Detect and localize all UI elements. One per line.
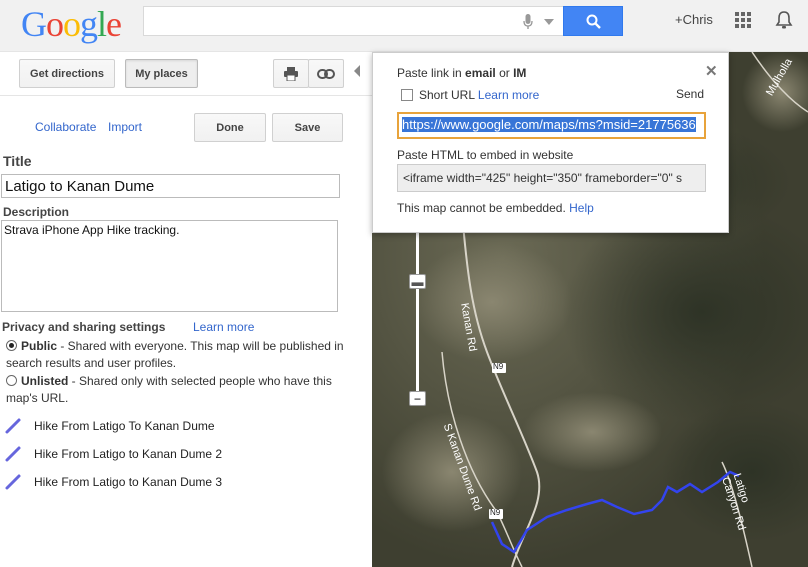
short-url-option[interactable]: Short URL Learn more xyxy=(401,88,539,102)
zoom-slider-track[interactable] xyxy=(416,230,419,400)
public-description: - Shared with everyone. This map will be… xyxy=(6,339,344,370)
search-input[interactable] xyxy=(144,7,514,35)
toolbar: Get directions My places xyxy=(0,52,372,96)
collaborate-link[interactable]: Collaborate xyxy=(35,120,96,134)
short-url-learn-more-link[interactable]: Learn more xyxy=(478,88,539,102)
search-button[interactable] xyxy=(563,6,623,36)
line-layer-icon xyxy=(5,446,21,462)
public-radio[interactable] xyxy=(6,340,17,351)
get-directions-button[interactable]: Get directions xyxy=(19,59,115,88)
print-icon xyxy=(284,66,298,81)
import-link[interactable]: Import xyxy=(108,120,142,134)
line-layer-icon xyxy=(5,418,21,434)
layer-item[interactable]: Hike From Latigo To Kanan Dume xyxy=(4,416,215,436)
print-button[interactable] xyxy=(273,59,309,88)
top-bar: Google +Chris xyxy=(0,0,808,52)
zoom-out-button[interactable]: − xyxy=(409,391,426,406)
layer-label: Hike From Latigo to Kanan Dume 3 xyxy=(34,475,223,489)
link-button[interactable] xyxy=(308,59,344,88)
notifications-bell-icon[interactable] xyxy=(775,10,793,30)
unlisted-option[interactable]: Unlisted - Shared only with selected peo… xyxy=(6,373,346,407)
apps-grid-icon[interactable] xyxy=(735,12,751,28)
collapse-panel-icon[interactable] xyxy=(354,65,360,77)
my-places-button[interactable]: My places xyxy=(125,59,198,88)
layer-item[interactable]: Hike From Latigo to Kanan Dume 3 xyxy=(4,472,222,492)
map-road-label: N9 xyxy=(493,362,504,371)
link-icon xyxy=(317,68,335,79)
logo-letter: G xyxy=(21,4,47,44)
layer-label: Hike From Latigo to Kanan Dume 2 xyxy=(34,447,223,461)
embed-html-field[interactable]: <iframe width="425" height="350" framebo… xyxy=(397,164,706,192)
public-option[interactable]: Public - Shared with everyone. This map … xyxy=(6,338,346,372)
user-profile-link[interactable]: +Chris xyxy=(675,12,713,27)
description-label: Description xyxy=(3,205,70,219)
search-icon xyxy=(586,14,601,29)
layer-item[interactable]: Hike From Latigo to Kanan Dume 2 xyxy=(4,444,222,464)
embed-label: Paste HTML to embed in website xyxy=(397,148,574,162)
description-field[interactable]: Strava iPhone App Hike tracking. xyxy=(1,220,338,312)
close-icon[interactable]: ✕ xyxy=(705,62,718,80)
google-logo[interactable]: Google xyxy=(21,3,122,45)
logo-letter: e xyxy=(106,4,122,44)
title-label: Title xyxy=(3,153,32,169)
layer-label: Hike From Latigo To Kanan Dume xyxy=(34,419,215,433)
help-link[interactable]: Help xyxy=(569,201,594,215)
map-road-label: N9 xyxy=(490,508,501,517)
done-button[interactable]: Done xyxy=(194,113,266,142)
privacy-learn-more-link[interactable]: Learn more xyxy=(193,320,254,334)
unlisted-title: Unlisted xyxy=(21,374,69,388)
send-link[interactable]: Send xyxy=(676,87,704,101)
zoom-slider-handle[interactable]: ▬ xyxy=(409,274,426,289)
microphone-icon[interactable] xyxy=(523,14,533,30)
public-title: Public xyxy=(21,339,58,353)
short-url-checkbox[interactable] xyxy=(401,89,413,101)
title-field[interactable]: Latigo to Kanan Dume xyxy=(1,174,340,198)
logo-letter: o xyxy=(46,4,64,44)
left-panel: Get directions My places Collaborate Imp… xyxy=(0,52,372,567)
logo-letter: g xyxy=(80,4,98,44)
line-layer-icon xyxy=(5,474,21,490)
search-options-dropdown-icon[interactable] xyxy=(544,19,554,25)
embed-status: This map cannot be embedded. Help xyxy=(397,201,594,215)
share-link-popup: Paste link in email or IM ✕ Short URL Le… xyxy=(372,52,729,233)
logo-letter: o xyxy=(63,4,81,44)
share-url-field[interactable]: https://www.google.com/maps/ms?msid=2177… xyxy=(397,112,706,139)
unlisted-radio[interactable] xyxy=(6,375,17,386)
logo-letter: l xyxy=(97,4,107,44)
search-box xyxy=(143,6,563,36)
paste-link-label: Paste link in email or IM xyxy=(397,66,527,80)
privacy-heading: Privacy and sharing settings xyxy=(2,320,166,334)
save-button[interactable]: Save xyxy=(272,113,343,142)
